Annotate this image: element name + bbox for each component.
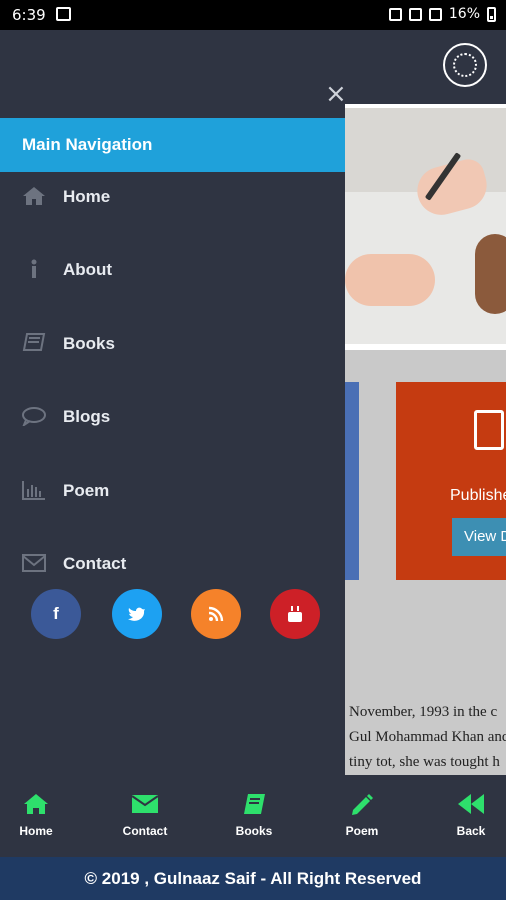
facebook-icon[interactable]: f bbox=[31, 589, 81, 639]
feature-card-blue[interactable] bbox=[345, 382, 359, 580]
twitter-icon[interactable] bbox=[112, 589, 162, 639]
bottom-nav-label: Poem bbox=[345, 824, 379, 838]
rss-icon[interactable] bbox=[191, 589, 241, 639]
bottom-nav-label: Books bbox=[235, 824, 273, 838]
volte-icon bbox=[408, 7, 422, 21]
site-logo[interactable] bbox=[443, 43, 487, 87]
sidebar-item-label: Blogs bbox=[63, 407, 111, 426]
sidebar-item-books[interactable]: Books bbox=[0, 319, 345, 369]
hero-sleeve bbox=[475, 234, 506, 314]
sidebar-item-home[interactable]: Home bbox=[0, 172, 345, 222]
sidebar-item-label: Contact bbox=[63, 554, 127, 573]
home-icon bbox=[24, 794, 48, 814]
gallery-icon bbox=[56, 7, 71, 21]
bottom-nav-label: Contact bbox=[122, 824, 168, 838]
status-time: 6:39 bbox=[12, 6, 46, 24]
back-icon bbox=[458, 794, 484, 814]
bottom-nav-contact[interactable]: Contact bbox=[105, 775, 185, 857]
view-details-button[interactable]: View D bbox=[452, 518, 506, 556]
book-icon bbox=[22, 333, 46, 351]
bottom-nav: Home Contact Books Poem Back bbox=[0, 775, 506, 857]
bottom-nav-label: Back bbox=[456, 824, 486, 838]
navigation-drawer: × Main Navigation Home About Books Blogs… bbox=[0, 30, 347, 775]
info-icon bbox=[31, 259, 37, 278]
sidebar-item-label: Home bbox=[63, 187, 111, 206]
battery-text: 16% bbox=[448, 6, 480, 22]
footer-copyright: © 2019 , Gulnaaz Saif - All Right Reserv… bbox=[0, 857, 506, 900]
bottom-nav-poem[interactable]: Poem bbox=[322, 775, 402, 857]
sidebar-item-about[interactable]: About bbox=[0, 245, 345, 295]
envelope-icon bbox=[131, 795, 159, 813]
bio-line: tiny tot, she was tought h bbox=[349, 754, 500, 770]
drawer-title: Main Navigation bbox=[0, 118, 345, 172]
sidebar-item-label: Poem bbox=[63, 481, 110, 500]
battery-icon bbox=[487, 6, 496, 22]
bottom-nav-back[interactable]: Back bbox=[431, 775, 506, 857]
envelope-icon bbox=[22, 554, 46, 572]
feature-card-published[interactable]: Publishe View D bbox=[396, 382, 506, 580]
bio-line: November, 1993 in the c bbox=[349, 704, 498, 720]
sidebar-item-label: About bbox=[63, 260, 113, 279]
sidebar-item-poem[interactable]: Poem bbox=[0, 466, 345, 516]
youtube-icon[interactable] bbox=[270, 589, 320, 639]
bottom-nav-home[interactable]: Home bbox=[0, 775, 76, 857]
sidebar-item-blogs[interactable]: Blogs bbox=[0, 392, 345, 442]
document-icon bbox=[474, 410, 504, 450]
home-icon bbox=[23, 187, 45, 205]
close-icon[interactable]: × bbox=[325, 81, 347, 107]
status-bar: 6:39 16% bbox=[0, 0, 506, 30]
book-icon bbox=[244, 794, 265, 814]
status-icons: 16% bbox=[388, 6, 496, 22]
logo-emblem-icon bbox=[453, 53, 477, 77]
card-label: Publishe bbox=[450, 487, 506, 504]
pencil-icon bbox=[352, 794, 373, 815]
sidebar-item-label: Books bbox=[63, 334, 115, 353]
signal-icon bbox=[428, 7, 442, 21]
alarm-icon bbox=[388, 7, 402, 21]
comment-icon bbox=[22, 407, 46, 426]
hero-hand-resting bbox=[345, 254, 435, 306]
hero-image bbox=[345, 104, 506, 350]
bio-line: Gul Mohammad Khan and bbox=[349, 729, 506, 745]
bio-paragraph: November, 1993 in the c Gul Mohammad Kha… bbox=[345, 700, 506, 775]
bottom-nav-label: Home bbox=[19, 824, 53, 838]
bar-chart-icon bbox=[22, 481, 45, 500]
sidebar-item-contact[interactable]: Contact bbox=[0, 539, 345, 589]
bottom-nav-books[interactable]: Books bbox=[214, 775, 294, 857]
